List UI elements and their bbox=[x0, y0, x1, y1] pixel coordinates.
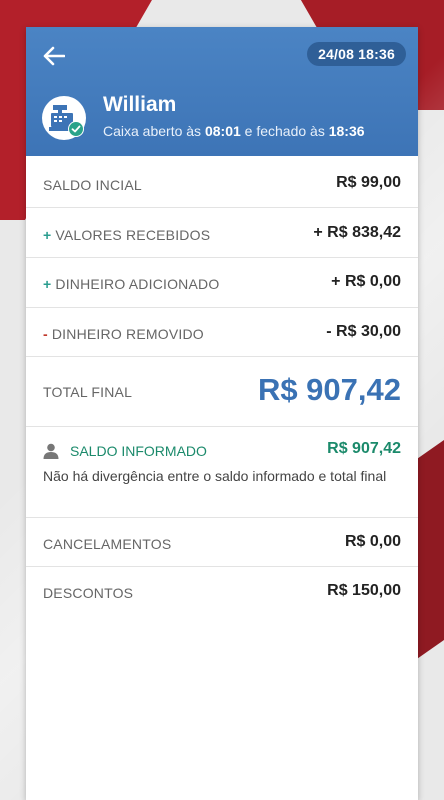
plus-sign: + bbox=[43, 227, 52, 243]
dinheiro-removido-value: - R$ 30,00 bbox=[326, 323, 401, 340]
register-status-text: Caixa aberto às 08:01 e fechado às 18:36 bbox=[103, 123, 365, 139]
row-valores-recebidos: + VALORES RECEBIDOS + R$ 838,42 bbox=[26, 208, 418, 258]
valores-recebidos-label: + VALORES RECEBIDOS bbox=[43, 227, 211, 243]
cancelamentos-label: CANCELAMENTOS bbox=[43, 536, 172, 552]
saldo-informado-value: R$ 907,42 bbox=[327, 440, 401, 457]
total-final-value: R$ 907,42 bbox=[257, 372, 401, 407]
descontos-label: DESCONTOS bbox=[43, 585, 134, 601]
summary-header: 24/08 18:36 William Caixa aberto às 08:0… bbox=[26, 27, 418, 156]
saldo-informado-label: SALDO INFORMADO bbox=[70, 443, 207, 459]
dinheiro-removido-label: - DINHEIRO REMOVIDO bbox=[43, 326, 204, 342]
cash-register-summary-card: 24/08 18:36 William Caixa aberto às 08:0… bbox=[26, 27, 418, 800]
cancelamentos-value: R$ 0,00 bbox=[344, 533, 401, 550]
row-dinheiro-adicionado: + DINHEIRO ADICIONADO + R$ 0,00 bbox=[26, 258, 418, 308]
operator-name: William bbox=[103, 93, 177, 116]
row-descontos: DESCONTOS R$ 150,00 bbox=[26, 567, 418, 617]
minus-sign: - bbox=[43, 326, 48, 342]
row-cancelamentos: CANCELAMENTOS R$ 0,00 bbox=[26, 518, 418, 567]
dinheiro-adicionado-value: + R$ 0,00 bbox=[331, 273, 401, 290]
close-time: 18:36 bbox=[328, 123, 365, 139]
person-icon bbox=[43, 443, 59, 459]
open-time: 08:01 bbox=[204, 123, 241, 139]
check-circle-icon bbox=[68, 121, 84, 137]
divergence-note: Não há divergência entre o saldo informa… bbox=[43, 468, 387, 484]
back-button[interactable] bbox=[40, 42, 68, 70]
dinheiro-adicionado-label: + DINHEIRO ADICIONADO bbox=[43, 276, 220, 292]
row-saldo-informado: SALDO INFORMADO R$ 907,42 Não há divergê… bbox=[26, 427, 418, 518]
valores-recebidos-value: + R$ 838,42 bbox=[313, 224, 401, 241]
arrow-left-icon bbox=[43, 46, 65, 66]
register-avatar bbox=[42, 96, 86, 140]
datetime-badge: 24/08 18:36 bbox=[307, 42, 406, 66]
row-dinheiro-removido: - DINHEIRO REMOVIDO - R$ 30,00 bbox=[26, 308, 418, 357]
row-total-final: TOTAL FINAL R$ 907,42 bbox=[26, 357, 418, 427]
plus-sign: + bbox=[43, 276, 52, 292]
row-saldo-inicial: SALDO INCIAL R$ 99,00 bbox=[26, 156, 418, 208]
descontos-value: R$ 150,00 bbox=[327, 582, 401, 599]
total-final-label: TOTAL FINAL bbox=[43, 384, 133, 400]
saldo-inicial-value: R$ 99,00 bbox=[336, 174, 401, 191]
saldo-inicial-label: SALDO INCIAL bbox=[43, 177, 142, 193]
